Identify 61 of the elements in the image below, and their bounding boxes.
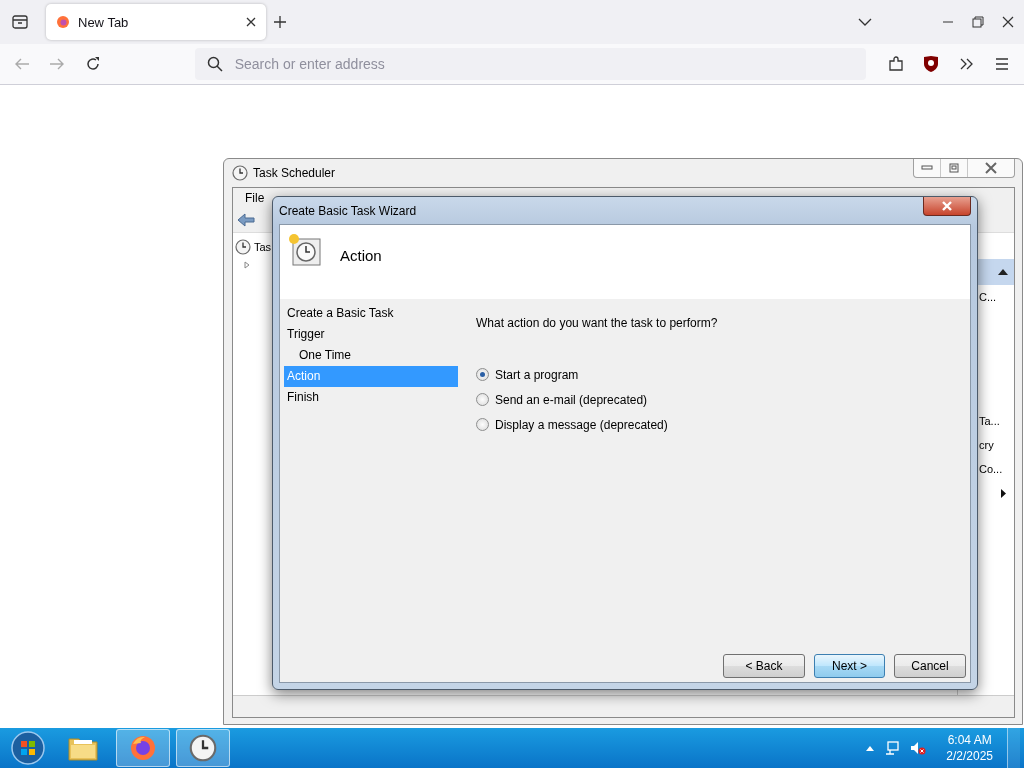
dialog-button[interactable]: < Back [723, 654, 805, 678]
wizard-step: Create a Basic Task [284, 303, 458, 324]
reload-icon[interactable] [84, 56, 101, 72]
menu-item[interactable]: File [241, 191, 269, 205]
browser-tab[interactable]: New Tab [46, 4, 266, 40]
network-icon[interactable] [884, 741, 901, 755]
new-tab-icon[interactable] [273, 15, 287, 29]
dialog-button[interactable]: Next > [814, 654, 885, 678]
page-heading: Action [340, 247, 382, 264]
shield-icon[interactable] [923, 55, 940, 73]
address-bar[interactable]: Search or enter address [194, 48, 866, 80]
tree-item[interactable]: Tas [254, 241, 272, 253]
wizard-step: Finish [284, 387, 458, 408]
action-item[interactable]: Ta... [979, 415, 1000, 427]
taskbar-button[interactable] [176, 729, 230, 767]
browser-logo-icon [56, 15, 70, 29]
close-icon [941, 201, 953, 211]
expand-arrow-icon[interactable] [243, 261, 251, 269]
wizard-step: One Time [284, 345, 458, 366]
double-chevron-icon[interactable] [959, 58, 974, 70]
wizard-step: Trigger [284, 324, 458, 345]
window-title: Task Scheduler [253, 166, 337, 180]
back-arrow-icon[interactable] [237, 213, 255, 227]
option-label[interactable]: Display a message (deprecated) [495, 417, 668, 432]
wizard-step: Action [284, 366, 458, 387]
action-item[interactable]: Co... [979, 463, 1003, 475]
menu-icon[interactable] [995, 58, 1010, 70]
option-label[interactable]: Send an e-mail (deprecated) [495, 392, 648, 407]
maximize-icon [949, 163, 959, 173]
close-button[interactable] [923, 197, 971, 216]
radio-button[interactable] [476, 418, 489, 431]
tray-up-arrow-icon[interactable] [866, 745, 875, 751]
taskbar-button[interactable] [116, 729, 170, 767]
dialog-title: Create Basic Task Wizard [279, 203, 418, 218]
option-label[interactable]: Start a program [495, 367, 579, 382]
puzzle-icon[interactable] [887, 56, 904, 72]
chevron-down-icon[interactable] [858, 18, 872, 26]
minimize-icon [921, 165, 933, 171]
close-icon[interactable] [246, 17, 256, 27]
folder-icon [68, 735, 98, 761]
tab-list-icon[interactable] [12, 15, 28, 29]
start-orb-icon[interactable] [10, 730, 46, 766]
radio-button[interactable] [476, 368, 489, 381]
question-text: What action do you want the task to perform? [476, 316, 719, 330]
muted-speaker-icon[interactable] [910, 741, 927, 755]
action-item[interactable]: cry [979, 439, 994, 451]
task-clock-icon [288, 233, 322, 267]
dialog-button[interactable]: Cancel [894, 654, 966, 678]
restore-icon[interactable] [972, 16, 984, 28]
taskbar-clock[interactable]: 6:04 AM 2/2/2025 [946, 732, 993, 764]
radio-button[interactable] [476, 393, 489, 406]
browser-logo-icon [129, 734, 157, 762]
collapse-arrow-icon [998, 269, 1008, 275]
action-item[interactable]: C... [979, 291, 997, 303]
search-icon [206, 56, 223, 72]
clock-icon [189, 734, 217, 762]
clock-icon [232, 165, 248, 181]
close-icon[interactable] [1002, 16, 1014, 28]
close-icon [985, 162, 997, 174]
clock-icon [235, 239, 251, 255]
submenu-arrow-icon [1001, 489, 1006, 498]
